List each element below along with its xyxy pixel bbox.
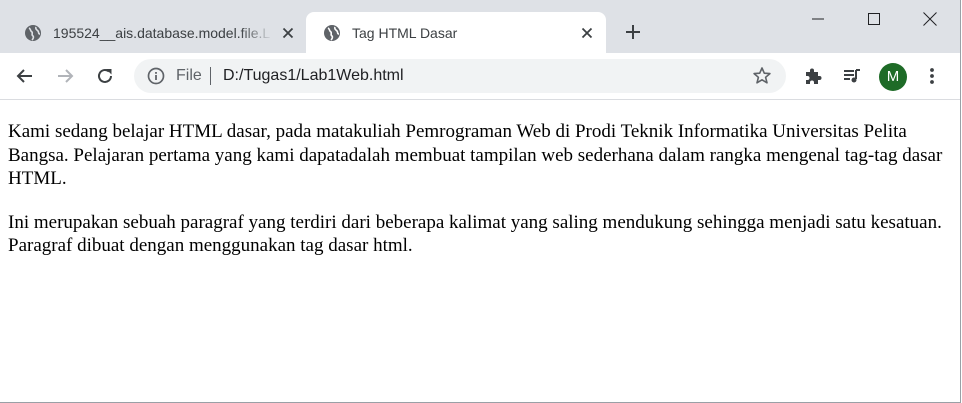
playlist-music-icon	[844, 69, 860, 83]
kebab-menu-icon	[930, 68, 934, 84]
globe-icon	[324, 25, 340, 41]
browser-window: 195524__ais.database.model.file.L Tag HT…	[0, 0, 961, 403]
tab-active[interactable]: Tag HTML Dasar	[306, 12, 606, 53]
arrow-left-icon	[16, 69, 32, 83]
paragraph: Kami sedang belajar HTML dasar, pada mat…	[8, 121, 943, 189]
globe-icon	[25, 25, 41, 41]
divider	[210, 67, 211, 85]
puzzle-icon	[806, 68, 822, 84]
menu-button[interactable]	[920, 64, 944, 88]
minimize-icon	[812, 18, 824, 20]
new-tab-plus-icon[interactable]	[622, 21, 644, 43]
forward-button[interactable]	[53, 64, 77, 88]
reload-icon	[98, 68, 112, 83]
close-icon	[923, 12, 937, 26]
url-text[interactable]: D:/Tugas1/Lab1Web.html	[223, 67, 404, 85]
address-bar[interactable]: File D:/Tugas1/Lab1Web.html	[134, 59, 786, 93]
page-content: Kami sedang belajar HTML dasar, pada mat…	[8, 100, 952, 258]
close-icon[interactable]	[578, 24, 596, 42]
tab-title: Tag HTML Dasar	[352, 25, 458, 41]
tab-strip: 195524__ais.database.model.file.L Tag HT…	[0, 0, 960, 53]
maximize-button[interactable]	[846, 0, 902, 38]
media-control-button[interactable]	[840, 64, 864, 88]
tab-title: 195524__ais.database.model.file.L	[53, 25, 271, 41]
arrow-right-icon	[58, 69, 74, 83]
maximize-icon	[868, 13, 880, 25]
close-window-button[interactable]	[902, 0, 958, 38]
bookmark-star-icon[interactable]	[752, 66, 772, 86]
info-icon[interactable]	[147, 67, 165, 85]
profile-avatar[interactable]: M	[879, 63, 907, 91]
tab-inactive[interactable]: 195524__ais.database.model.file.L	[8, 12, 306, 53]
extensions-button[interactable]	[801, 64, 825, 88]
scheme-label: File	[176, 67, 202, 84]
back-button[interactable]	[13, 64, 37, 88]
close-icon[interactable]	[279, 24, 297, 42]
browser-toolbar: File D:/Tugas1/Lab1Web.html M	[0, 53, 960, 100]
minimize-button[interactable]	[790, 0, 846, 38]
reload-button[interactable]	[93, 64, 117, 88]
paragraph: Ini merupakan sebuah paragraf yang terdi…	[8, 211, 942, 257]
